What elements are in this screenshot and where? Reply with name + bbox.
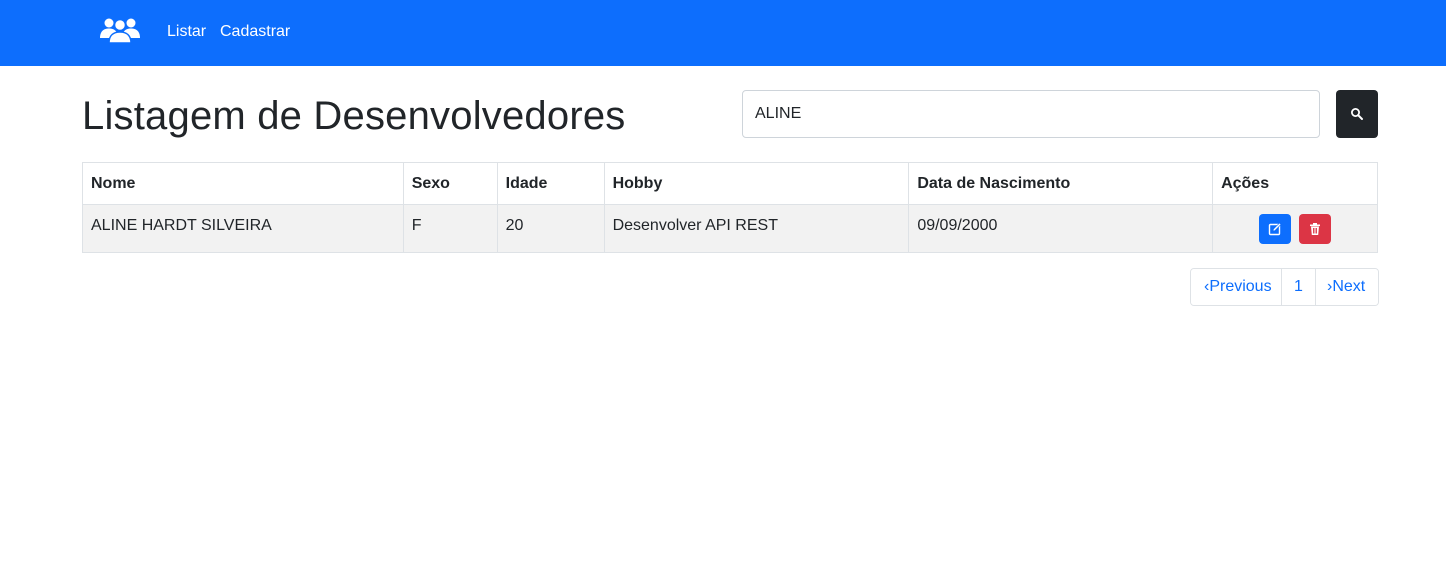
header-nome: Nome — [82, 162, 404, 205]
table-row: ALINE HARDT SILVEIRA F 20 Desenvolver AP… — [82, 204, 1378, 253]
cell-idade: 20 — [496, 204, 605, 253]
search-input[interactable] — [742, 90, 1320, 138]
edit-icon — [1268, 222, 1282, 235]
page-title: Listagem de Desenvolvedores — [82, 94, 626, 138]
cell-data-nascimento: 09/09/2000 — [908, 204, 1214, 253]
developers-table: Nome Sexo Idade Hobby Data de Nascimento… — [82, 162, 1378, 253]
top-navbar: Listar Cadastrar — [0, 0, 1446, 66]
cell-nome: ALINE HARDT SILVEIRA — [82, 204, 404, 253]
table-header-row: Nome Sexo Idade Hobby Data de Nascimento… — [82, 162, 1378, 205]
nav-link-listar[interactable]: Listar — [167, 22, 206, 42]
cell-hobby: Desenvolver API REST — [603, 204, 910, 253]
edit-button[interactable] — [1259, 213, 1292, 244]
delete-button[interactable] — [1299, 213, 1332, 244]
header-hobby: Hobby — [603, 162, 910, 205]
nav-link-cadastrar[interactable]: Cadastrar — [220, 22, 290, 42]
users-group-icon[interactable] — [100, 16, 140, 44]
cell-sexo: F — [402, 204, 498, 253]
header-data-nascimento: Data de Nascimento — [908, 162, 1214, 205]
header-sexo: Sexo — [402, 162, 498, 205]
pagination-previous[interactable]: ‹Previous — [1191, 269, 1281, 305]
trash-icon — [1310, 222, 1321, 235]
search-button[interactable] — [1336, 90, 1378, 138]
pagination: ‹Previous 1 ›Next — [1190, 268, 1379, 306]
pagination-next[interactable]: ›Next — [1315, 269, 1378, 305]
search-icon — [1351, 108, 1363, 120]
cell-acoes — [1212, 204, 1378, 253]
pagination-page-1[interactable]: 1 — [1281, 269, 1315, 305]
header-acoes: Ações — [1212, 162, 1378, 205]
header-idade: Idade — [496, 162, 605, 205]
row-actions — [1221, 213, 1369, 244]
